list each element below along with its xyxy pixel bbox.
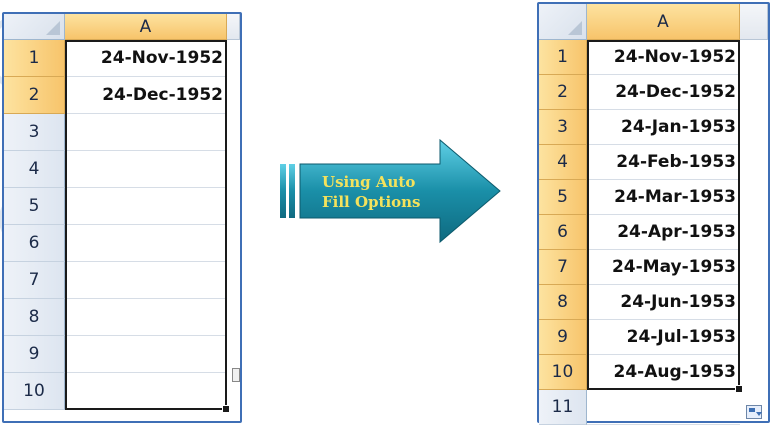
- row-header-10[interactable]: 10: [539, 355, 587, 390]
- select-all-corner[interactable]: [4, 14, 65, 40]
- auto-fill-arrow: Using Auto Fill Options: [278, 138, 502, 250]
- select-all-triangle-icon: [568, 21, 582, 35]
- row-header-11[interactable]: 11: [539, 390, 587, 425]
- row-header-9[interactable]: 9: [539, 320, 587, 355]
- fill-handle[interactable]: [222, 405, 230, 413]
- row-header-1[interactable]: 1: [4, 40, 65, 77]
- row-header-7[interactable]: 7: [539, 250, 587, 285]
- row-header-6[interactable]: 6: [4, 225, 65, 262]
- row-header-8[interactable]: 8: [539, 285, 587, 320]
- row-header-3[interactable]: 3: [4, 114, 65, 151]
- filled-spreadsheet: A 1 24-Nov-1952 2 24-Dec-1952 3 24-Jan-1953 4 2…: [537, 2, 770, 425]
- arrow-label-line1: Using Auto: [322, 173, 416, 191]
- row-header-8[interactable]: 8: [4, 299, 65, 336]
- row-header-5[interactable]: 5: [4, 188, 65, 225]
- row-header-3[interactable]: 3: [539, 110, 587, 145]
- auto-fill-options-icon[interactable]: [746, 405, 762, 419]
- row-header-2[interactable]: 2: [4, 77, 65, 114]
- fill-handle[interactable]: [735, 385, 743, 393]
- row-header-7[interactable]: 7: [4, 262, 65, 299]
- cell-a11[interactable]: [587, 390, 740, 425]
- column-header-next[interactable]: [740, 4, 768, 40]
- column-header-next[interactable]: [227, 14, 240, 40]
- row-header-5[interactable]: 5: [539, 180, 587, 215]
- source-spreadsheet: A 1 24-Nov-1952 2 24-Dec-1952 3 4 5 6 7 8 9 10: [2, 12, 242, 423]
- row-header-10[interactable]: 10: [4, 373, 65, 410]
- arrow-label-line2: Fill Options: [322, 193, 421, 211]
- row-header-9[interactable]: 9: [4, 336, 65, 373]
- selection-range: [587, 40, 740, 390]
- arrow-label: Using Auto Fill Options: [322, 172, 452, 212]
- selection-range: [65, 40, 227, 410]
- column-header-a[interactable]: A: [65, 14, 227, 40]
- row-header-6[interactable]: 6: [539, 215, 587, 250]
- scroll-marker[interactable]: [232, 368, 240, 382]
- row-header-1[interactable]: 1: [539, 40, 587, 75]
- select-all-triangle-icon: [46, 21, 60, 35]
- column-header-a[interactable]: A: [587, 4, 740, 40]
- row-header-4[interactable]: 4: [4, 151, 65, 188]
- select-all-corner[interactable]: [539, 4, 587, 40]
- row-header-4[interactable]: 4: [539, 145, 587, 180]
- row-header-2[interactable]: 2: [539, 75, 587, 110]
